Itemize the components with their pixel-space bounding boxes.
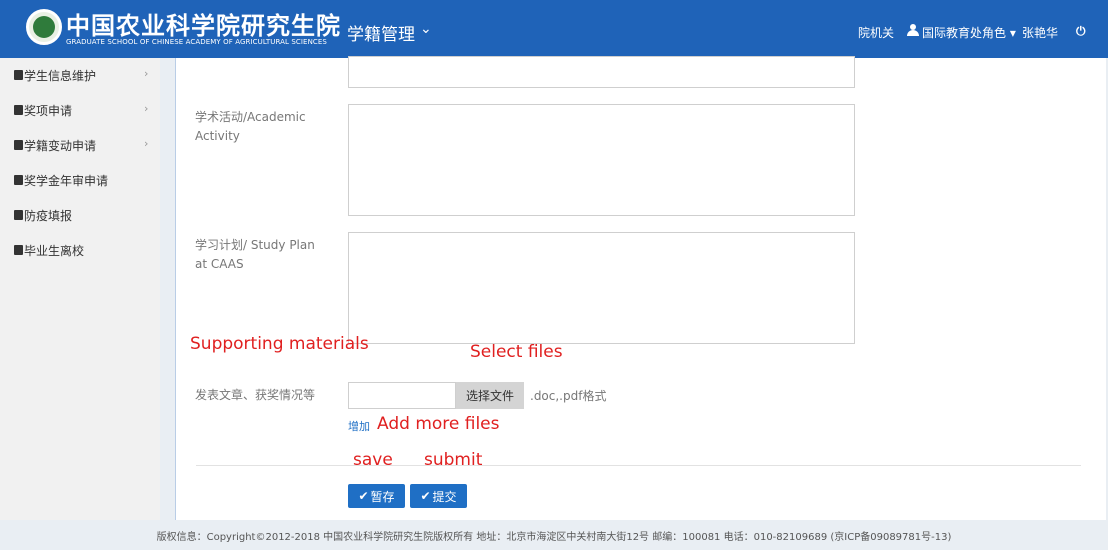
sidebar: 学生信息维护 › 奖项申请 › 学籍变动申请 › 奖学金年审申请 防疫填报 毕业… [0, 58, 160, 520]
sidebar-item-epidemic-report[interactable]: 防疫填报 [0, 198, 160, 232]
materials-label: 发表文章、获奖情况等 [195, 388, 316, 402]
check-icon: ✔ [420, 489, 431, 503]
sidebar-item-graduation[interactable]: 毕业生离校 [0, 233, 160, 267]
divider [196, 465, 1081, 466]
chevron-right-icon: › [144, 102, 149, 115]
annotation-select-files: Select files [470, 342, 563, 362]
previous-textarea[interactable] [348, 56, 855, 88]
academic-activity-textarea[interactable] [348, 104, 855, 216]
annotation-add-more-files: Add more files [377, 414, 500, 434]
chevron-down-icon[interactable]: ⌄ [420, 21, 432, 37]
check-icon: ✔ [358, 489, 369, 503]
save-button[interactable]: ✔ 暂存 [348, 484, 405, 508]
module-selector[interactable]: 学籍管理 [347, 20, 415, 45]
sidebar-item-label: 奖项申请 [24, 104, 73, 118]
sidebar-item-label: 学籍变动申请 [24, 139, 97, 153]
book-icon [14, 175, 23, 185]
school-subtitle: GRADUATE SCHOOL OF CHINESE ACADEMY OF AG… [66, 38, 327, 46]
sidebar-item-status-change[interactable]: 学籍变动申请 › [0, 128, 160, 162]
book-icon [14, 105, 23, 115]
sidebar-item-student-info[interactable]: 学生信息维护 › [0, 58, 160, 92]
choose-file-button[interactable]: 选择文件 [456, 382, 524, 409]
sidebar-item-label: 防疫填报 [24, 209, 73, 223]
book-icon [14, 210, 23, 220]
book-icon [14, 140, 23, 150]
study-plan-label: 学习计划/ Study Plan at CAAS [195, 238, 315, 271]
copyright-text: 版权信息：Copyright©2012-2018 中国农业科学院研究生院版权所有… [156, 531, 952, 543]
book-icon [14, 70, 23, 80]
submit-button-label: 提交 [432, 489, 457, 504]
power-icon[interactable]: ⏻ [1076, 24, 1086, 39]
username-link[interactable]: 张艳华 [1022, 24, 1058, 41]
sidebar-item-label: 学生信息维护 [24, 69, 97, 83]
school-logo-icon [26, 9, 62, 45]
sidebar-item-label: 毕业生离校 [24, 244, 85, 258]
chevron-right-icon: › [144, 67, 149, 80]
annotation-submit: submit [424, 450, 483, 470]
annotation-save: save [353, 450, 393, 470]
academic-activity-label: 学术活动/Academic Activity [195, 110, 306, 143]
save-button-label: 暂存 [370, 489, 395, 504]
study-plan-textarea[interactable] [348, 232, 855, 344]
user-icon [907, 24, 919, 36]
main-form: 学术活动/Academic Activity 学习计划/ Study Plan … [175, 56, 1106, 520]
add-file-link[interactable]: 增加 [348, 418, 370, 434]
chevron-right-icon: › [144, 137, 149, 150]
annotation-supporting-materials: Supporting materials [190, 334, 369, 354]
sidebar-item-awards[interactable]: 奖项申请 › [0, 93, 160, 127]
top-header: 中国农业科学院研究生院 GRADUATE SCHOOL OF CHINESE A… [0, 0, 1108, 58]
sidebar-item-label: 奖学金年审申请 [24, 174, 109, 188]
book-icon [14, 245, 23, 255]
role-dropdown[interactable]: 国际教育处角色 ▾ [922, 24, 1016, 41]
file-format-hint: .doc,.pdf格式 [530, 389, 607, 403]
school-title: 中国农业科学院研究生院 [66, 11, 341, 40]
org-link[interactable]: 院机关 [858, 24, 894, 41]
sidebar-item-scholarship-review[interactable]: 奖学金年审申请 [0, 163, 160, 197]
page-footer: 版权信息：Copyright©2012-2018 中国农业科学院研究生院版权所有… [0, 520, 1108, 550]
file-path-field[interactable] [348, 382, 456, 409]
submit-button[interactable]: ✔ 提交 [410, 484, 467, 508]
